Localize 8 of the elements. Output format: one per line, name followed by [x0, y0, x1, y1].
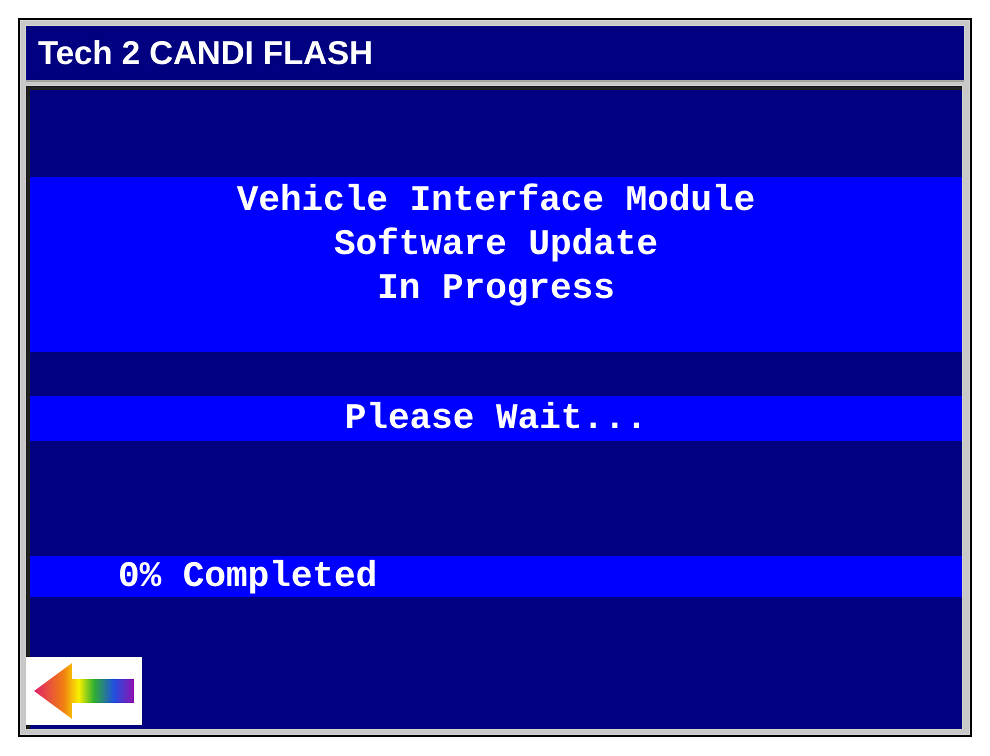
- message-line: Vehicle Interface Module: [236, 179, 756, 223]
- progress-text: 0% Completed: [118, 554, 378, 598]
- message-line: Software Update: [334, 223, 658, 267]
- status-text: Please Wait...: [344, 396, 648, 440]
- back-button[interactable]: [26, 657, 142, 725]
- back-arrow-icon: [32, 661, 136, 721]
- window-title: Tech 2 CANDI FLASH: [38, 33, 373, 74]
- message-line: In Progress: [377, 267, 615, 311]
